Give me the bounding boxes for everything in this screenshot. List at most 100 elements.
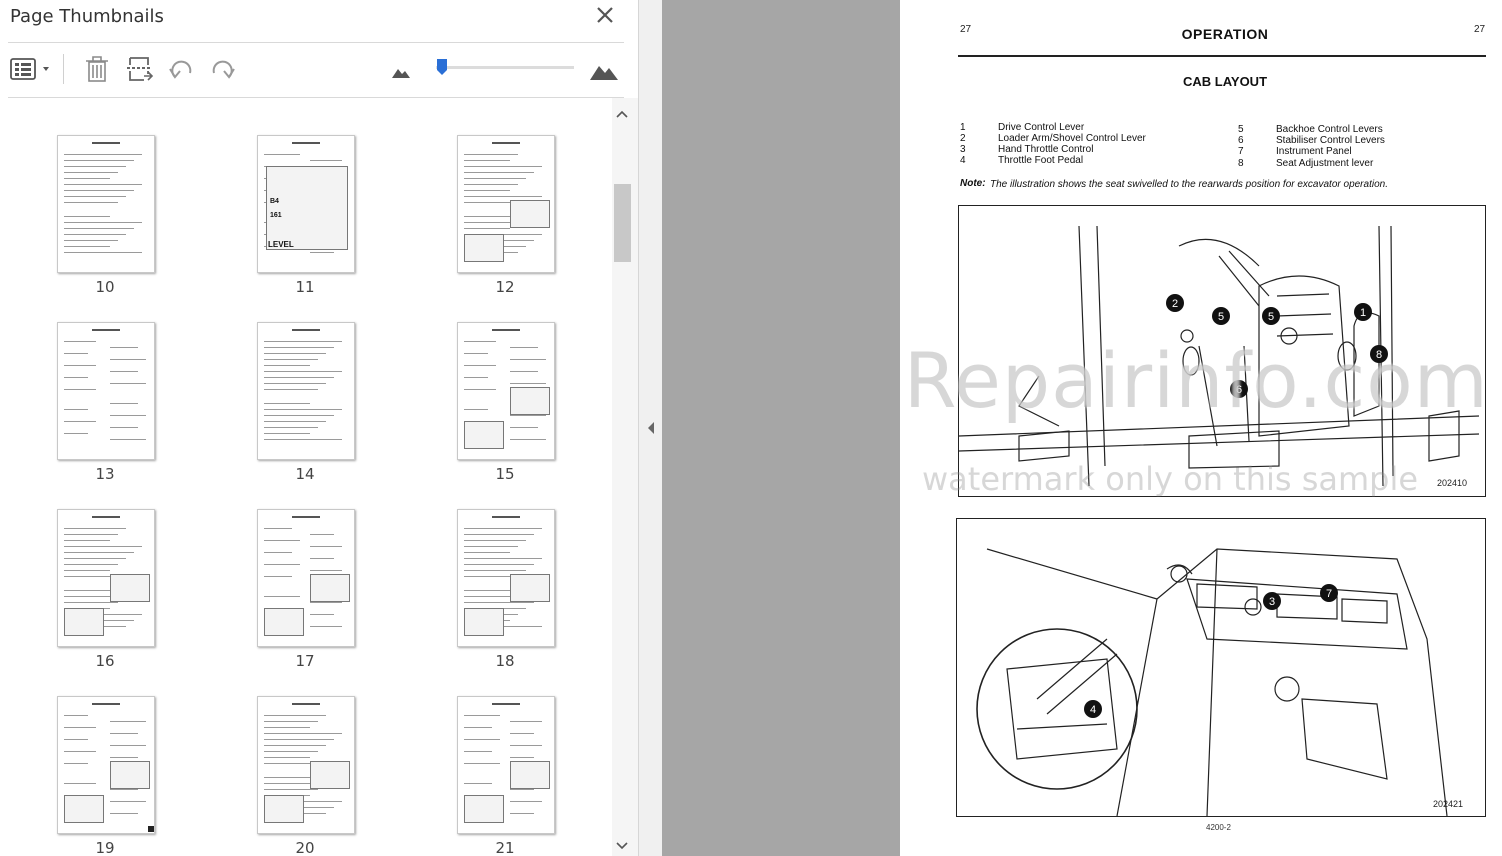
thumbnail-text-line — [64, 570, 110, 571]
thumbnail-text-line — [64, 540, 110, 541]
watermark: eRepairinfo.com — [900, 336, 1489, 425]
thumbnail-text-line — [64, 552, 134, 553]
thumbnail-text-line — [64, 222, 142, 223]
page-thumbnail[interactable] — [57, 696, 155, 834]
thumbnail-options-button[interactable] — [8, 52, 54, 86]
thumbnail-text-line — [64, 564, 118, 565]
thumbnail-text-line — [510, 813, 534, 814]
page-thumbnail[interactable] — [57, 135, 155, 273]
thumbnail-text-line — [110, 745, 146, 746]
thumbnail-text-line — [264, 727, 310, 728]
thumbnail-text-line — [64, 715, 88, 716]
zoom-slider-track[interactable] — [436, 66, 574, 69]
thumbnail-grid: 10 LEVEL B4 161 11 12 13 14 15 16 17 18 19 20 21 — [0, 98, 612, 856]
thumbnail-figure — [64, 608, 104, 636]
thumbnail-text-line — [64, 202, 118, 203]
thumbnail-page-number: 16 — [95, 652, 115, 670]
legend-text: Seat Adjustment lever — [1276, 158, 1374, 169]
callout-5: 5 — [1268, 311, 1274, 323]
thumbnail-text-line — [464, 389, 496, 390]
thumbnail-text-line — [510, 801, 542, 802]
thumbnail-text-line — [510, 371, 538, 372]
thumbnail-text-line — [310, 558, 334, 559]
thumbnail-text-line — [64, 216, 110, 217]
thumbnail-text-line — [464, 184, 518, 185]
thumbnail-text-line — [110, 721, 146, 722]
thumbnail-figure — [64, 795, 104, 823]
delete-page-icon — [86, 56, 108, 82]
thumbnail-text-line — [464, 409, 488, 410]
page-thumbnail[interactable] — [257, 509, 355, 647]
rotate-clockwise-icon — [212, 60, 235, 79]
pane-title: Page Thumbnails — [10, 6, 164, 27]
page-thumbnail[interactable] — [457, 322, 555, 460]
extract-page-button[interactable] — [124, 52, 154, 86]
page-thumbnail[interactable] — [457, 696, 555, 834]
thumbnail-text-line — [64, 739, 88, 740]
thumbnail-text-line — [264, 383, 326, 384]
thumbnail-text-line — [264, 715, 326, 716]
thumbnail-text-line — [110, 359, 146, 360]
figure-id: 202410 — [1437, 478, 1468, 488]
thumbnail-text-line — [464, 196, 542, 197]
legend-number: 6 — [1238, 135, 1244, 146]
title-rule — [958, 55, 1486, 57]
thumbnail-text-line — [464, 154, 518, 155]
thumbnail-text-line — [264, 421, 326, 422]
thumbnail-text-line — [464, 534, 534, 535]
rotate-counterclockwise-button[interactable] — [166, 52, 196, 86]
thumbnail-text-line — [464, 739, 500, 740]
chevron-down-icon — [616, 842, 628, 850]
thumbnail-text-line — [64, 727, 96, 728]
close-pane-button[interactable] — [592, 2, 618, 28]
thumbnail-text-line — [64, 252, 142, 253]
page-thumbnail[interactable] — [57, 322, 155, 460]
rotate-counterclockwise-icon — [169, 60, 192, 79]
scroll-up-button[interactable] — [612, 104, 632, 124]
page-thumbnail[interactable] — [457, 509, 555, 647]
page-thumbnail[interactable]: LEVEL B4 161 — [257, 135, 355, 273]
thumbnail-figure — [310, 761, 350, 789]
delete-page-button[interactable] — [82, 52, 112, 86]
thumbnail-text-line — [264, 789, 318, 790]
thumbnail-text-line — [64, 763, 88, 764]
thumbnail-page-number: 14 — [295, 465, 315, 483]
thumbnail-header-line — [492, 142, 520, 144]
thumbnail-text-line — [464, 353, 488, 354]
thumbnail-page-number: 12 — [495, 278, 515, 296]
thumbnail-text-line — [464, 602, 534, 603]
thumbnail-text-line — [464, 763, 500, 764]
thumbnail-text-line — [264, 739, 334, 740]
footer-code: 4200-2 — [1206, 823, 1231, 832]
zoom-slider-thumb[interactable] — [436, 58, 448, 76]
zoom-in-button[interactable] — [588, 52, 620, 86]
thumbnail-text-line — [264, 528, 292, 529]
thumbnail-header-line — [92, 329, 120, 331]
thumbnail-text-line — [264, 439, 342, 440]
thumbnail-text-line — [64, 558, 126, 559]
collapse-pane-button[interactable] — [646, 420, 656, 436]
page-thumbnail[interactable] — [457, 135, 555, 273]
thumbnail-text-line — [110, 757, 138, 758]
thumbnail-text-line — [264, 403, 310, 404]
thumbnail-text-line — [110, 733, 138, 734]
scrollbar-thumb[interactable] — [614, 184, 631, 262]
thumbnail-text-line — [464, 178, 526, 179]
rotate-clockwise-button[interactable] — [208, 52, 238, 86]
watermark-subtitle: watermark only on this sample — [922, 460, 1419, 498]
page-thumbnail[interactable] — [57, 509, 155, 647]
thumbnail-page-number: 18 — [495, 652, 515, 670]
thumbnail-page-number: 13 — [95, 465, 115, 483]
thumbnail-figure — [510, 574, 550, 602]
thumbnail-text-line — [264, 347, 334, 348]
legend-text: Hand Throttle Control — [998, 144, 1094, 155]
thumbnail-text-line — [464, 228, 510, 229]
thumbnail-header-line — [292, 142, 320, 144]
zoom-out-button[interactable] — [390, 52, 412, 86]
scroll-down-button[interactable] — [612, 836, 632, 856]
legend-text: Stabiliser Control Levers — [1276, 135, 1385, 146]
page-thumbnail[interactable] — [257, 696, 355, 834]
legend-text: Backhoe Control Levers — [1276, 124, 1383, 135]
page-thumbnail[interactable] — [257, 322, 355, 460]
legend-text: Instrument Panel — [1276, 146, 1352, 157]
